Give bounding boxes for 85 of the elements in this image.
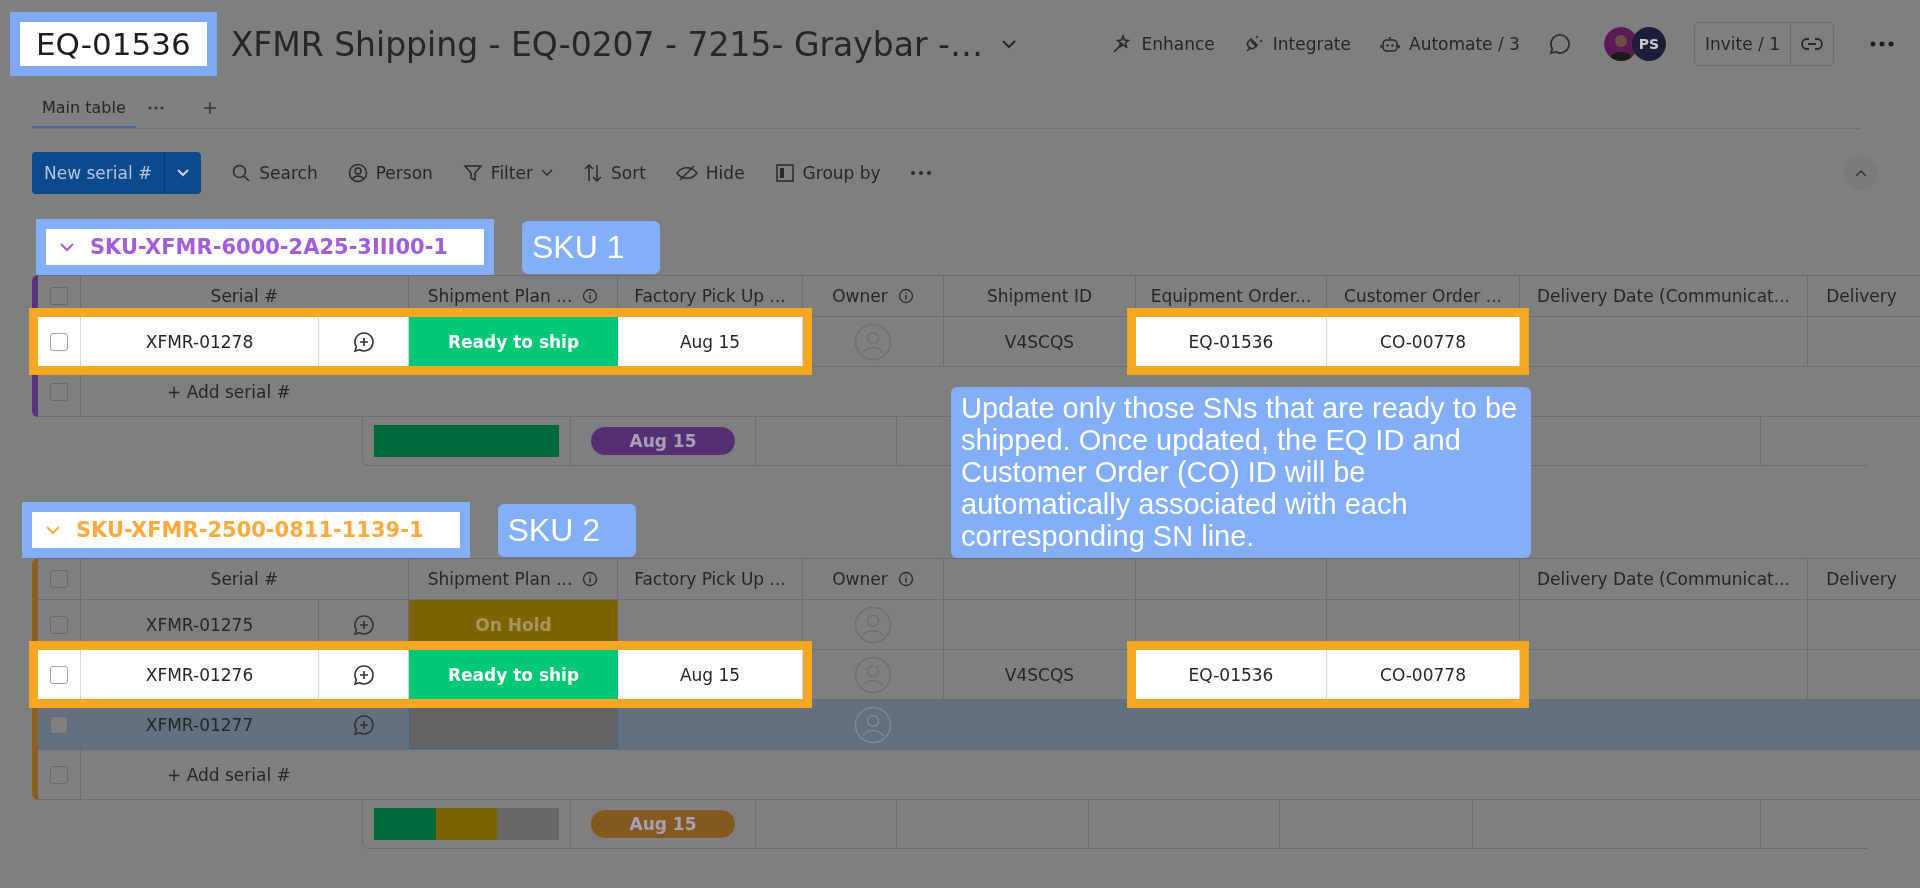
search-icon xyxy=(231,163,252,183)
view-tab[interactable]: Main table xyxy=(32,88,136,128)
caret-icon xyxy=(177,169,190,177)
column-header[interactable]: Serial # xyxy=(210,286,279,306)
equipment-order-id[interactable]: EQ-01536 xyxy=(1188,664,1274,685)
enhance-button[interactable]: Enhance xyxy=(1111,33,1215,55)
column-header[interactable]: Shipment ID xyxy=(986,286,1092,306)
more-icon[interactable] xyxy=(1870,41,1894,47)
row-checkbox[interactable] xyxy=(50,615,68,634)
column-header[interactable]: Owner xyxy=(832,286,888,306)
person-icon xyxy=(347,163,368,183)
column-header[interactable]: Factory Pick Up ... xyxy=(634,286,786,306)
column-header[interactable]: Delivery Date (Communicat... xyxy=(1537,569,1790,589)
sort-icon xyxy=(582,163,603,183)
more-button[interactable] xyxy=(910,171,931,175)
pickup-date[interactable]: Aug 15 xyxy=(679,664,741,685)
column-header[interactable]: Delivery xyxy=(1826,569,1897,589)
chevron-down-icon[interactable] xyxy=(1000,39,1017,49)
column-header[interactable]: Delivery xyxy=(1826,286,1897,306)
column-header[interactable]: Factory Pick Up ... xyxy=(634,569,786,589)
column-header[interactable]: Shipment Plan ... xyxy=(427,286,573,306)
filter-icon xyxy=(462,163,483,183)
filter-button[interactable]: Filter xyxy=(462,163,553,183)
board-title[interactable]: XFMR Shipping - EQ-0207 - 7215- Graybar -… xyxy=(230,24,983,64)
user-avatar[interactable]: PS xyxy=(1631,27,1666,61)
date-range-pill: Aug 15 xyxy=(591,810,735,838)
chevron-down-icon xyxy=(60,242,74,252)
column-header[interactable]: Customer Order ... xyxy=(1344,286,1502,306)
row-checkbox[interactable] xyxy=(50,665,68,684)
status-label[interactable]: Ready to ship xyxy=(409,650,618,699)
column-header[interactable]: Owner xyxy=(832,569,888,589)
info-icon[interactable] xyxy=(582,571,599,587)
person-button[interactable]: Person xyxy=(347,163,433,183)
info-icon[interactable] xyxy=(582,288,599,304)
shipment-id[interactable]: V4SCQS xyxy=(1004,331,1075,352)
customer-order-id[interactable]: CO-00778 xyxy=(1380,331,1466,352)
equipment-order-id[interactable]: EQ-01536 xyxy=(1188,331,1274,352)
chevron-down-icon xyxy=(46,525,60,535)
add-view-icon[interactable] xyxy=(203,102,216,114)
link-icon xyxy=(1801,37,1823,51)
hide-button[interactable]: Hide xyxy=(675,163,745,183)
status-label[interactable]: Ready to ship xyxy=(409,317,618,366)
select-all-checkbox[interactable] xyxy=(50,570,68,588)
comment-button[interactable] xyxy=(1547,32,1572,56)
group-icon xyxy=(774,163,795,183)
serial-number[interactable]: XFMR-01275 xyxy=(145,614,254,635)
annotation-note: Update only those SNs that are ready to be shipped. Once updated, the EQ ID and Customer Order (CO) ID will be automatically associated with each corresponding SN line. xyxy=(951,387,1531,559)
integrate-button[interactable]: Integrate xyxy=(1242,33,1351,55)
pickup-date[interactable]: Aug 15 xyxy=(679,331,741,352)
annotation-label: EQ-01536 xyxy=(10,12,217,76)
new-item-button[interactable]: New serial # xyxy=(32,152,166,194)
row-checkbox[interactable] xyxy=(50,332,68,351)
search-button[interactable]: Search xyxy=(231,163,318,183)
shipment-id[interactable]: V4SCQS xyxy=(1004,664,1075,685)
info-icon[interactable] xyxy=(897,571,914,587)
serial-number[interactable]: XFMR-01277 xyxy=(145,714,254,735)
row-checkbox[interactable] xyxy=(50,715,68,734)
annotation-callout: SKU 1 xyxy=(522,220,661,274)
serial-number[interactable]: XFMR-01278 xyxy=(145,331,254,352)
column-header[interactable]: Equipment Order... xyxy=(1150,286,1312,306)
info-icon[interactable] xyxy=(897,288,914,304)
annotation-callout: SKU 2 xyxy=(497,503,636,557)
dropdown-button[interactable] xyxy=(165,152,202,194)
column-header[interactable]: Shipment Plan ... xyxy=(427,569,573,589)
speech-bubble-icon xyxy=(1547,32,1572,56)
column-header[interactable]: Serial # xyxy=(210,569,279,589)
column-header[interactable]: Delivery Date (Communicat... xyxy=(1537,286,1790,306)
serial-number[interactable]: XFMR-01276 xyxy=(145,664,254,685)
chevron-up-icon xyxy=(1855,169,1867,177)
group-title[interactable]: SKU-XFMR-6000-2A25-3III00-1 xyxy=(36,219,494,275)
add-comment-icon[interactable] xyxy=(351,329,376,354)
automate-button[interactable]: Automate / 3 xyxy=(1379,33,1520,55)
add-comment-icon[interactable] xyxy=(351,662,376,687)
add-item-link[interactable]: + Add serial # xyxy=(167,764,291,785)
caret-icon xyxy=(540,169,553,177)
collapse-button[interactable] xyxy=(1844,156,1878,190)
groupby-button[interactable]: Group by xyxy=(774,163,881,183)
customer-order-id[interactable]: CO-00778 xyxy=(1380,664,1466,685)
select-all-checkbox[interactable] xyxy=(50,287,68,305)
more-icon xyxy=(910,171,931,175)
sort-button[interactable]: Sort xyxy=(582,163,646,183)
more-icon[interactable] xyxy=(147,106,164,110)
hidden-eye-icon xyxy=(675,163,698,183)
date-range-pill: Aug 15 xyxy=(591,427,735,455)
add-item-link[interactable]: + Add serial # xyxy=(167,381,291,402)
